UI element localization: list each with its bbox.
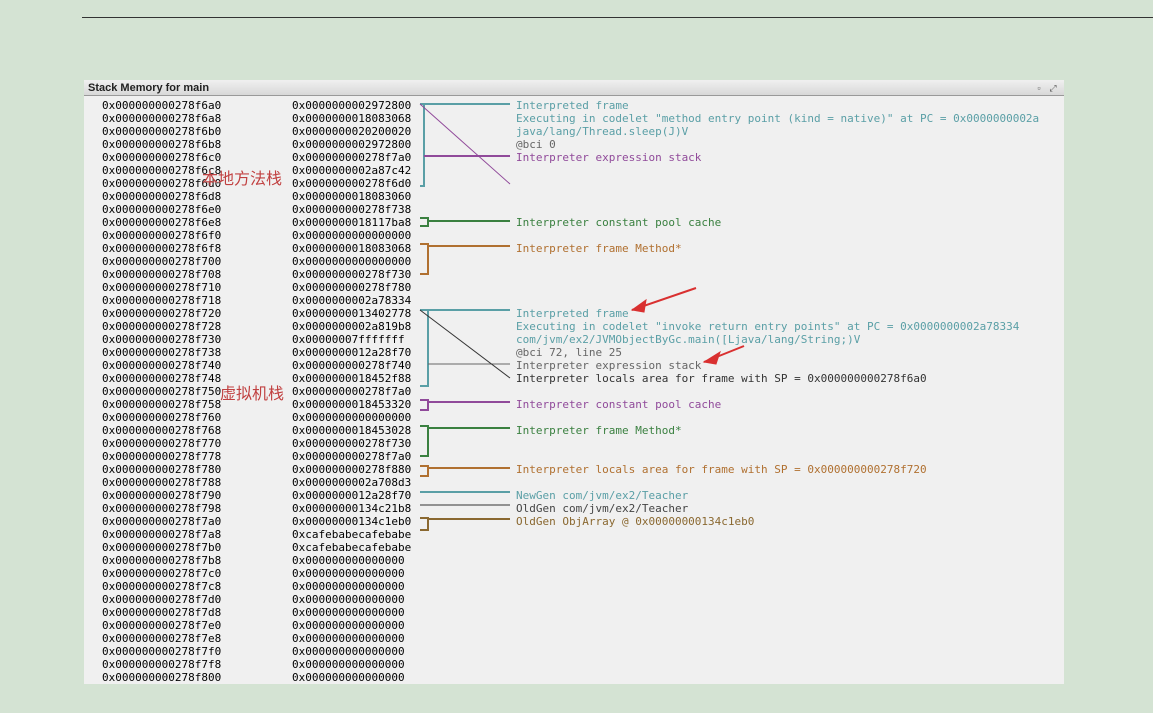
memory-row: 0x000000000278f7700x000000000278f730 [102,437,411,450]
annotation-text: Interpreter constant pool cache [516,216,721,229]
overlay-vm-stack: 虚拟机栈 [220,380,284,404]
memory-row: 0x000000000278f7e80x000000000000000 [102,632,411,645]
annotation-text: Interpreter expression stack [516,151,701,164]
memory-row: 0x000000000278f7180x0000000002a78334 [102,294,411,307]
memory-row: 0x000000000278f7d80x000000000000000 [102,606,411,619]
memory-row: 0x000000000278f7380x0000000012a28f70 [102,346,411,359]
memory-row: 0x000000000278f7780x000000000278f7a0 [102,450,411,463]
annotation-text: com/jvm/ex2/JVMObjectByGc.main([Ljava/la… [516,333,860,346]
memory-row: 0x000000000278f6e80x0000000018117ba8 [102,216,411,229]
memory-row: 0x000000000278f7c00x000000000000000 [102,567,411,580]
memory-row: 0x000000000278f6f00x0000000000000000 [102,229,411,242]
maximize-icon[interactable]: ⤢ [1046,82,1060,94]
memory-row: 0x000000000278f6e00x000000000278f738 [102,203,411,216]
memory-row: 0x000000000278f7880x0000000002a708d3 [102,476,411,489]
memory-row: 0x000000000278f7e00x000000000000000 [102,619,411,632]
annotation-text: Interpreter frame Method* [516,242,682,255]
memory-row: 0x000000000278f7900x0000000012a28f70 [102,489,411,502]
memory-row: 0x000000000278f7000x0000000000000000 [102,255,411,268]
panel-title: Stack Memory for main [88,82,1032,94]
annotation-text: Interpreter locals area for frame with S… [516,372,927,385]
stack-memory-panel: Stack Memory for main ▫ ⤢ 0x000000000278… [84,80,1064,684]
overlay-native-stack: 本地方法栈 [202,165,282,189]
annotation-text: Interpreted frame [516,307,629,320]
memory-row: 0x000000000278f7b00xcafebabecafebabe [102,541,411,554]
annotation-text: @bci 0 [516,138,556,151]
divider-line [82,17,1153,18]
annotation-text: OldGen ObjArray @ 0x00000000134c1eb0 [516,515,754,528]
annotation-text: @bci 72, line 25 [516,346,622,359]
memory-row: 0x000000000278f6f80x0000000018083068 [102,242,411,255]
memory-row: 0x000000000278f6d80x0000000018083060 [102,190,411,203]
panel-titlebar: Stack Memory for main ▫ ⤢ [84,80,1064,96]
memory-row: 0x000000000278f7a00x00000000134c1eb0 [102,515,411,528]
memory-row: 0x000000000278f6b80x0000000002972800 [102,138,411,151]
memory-row: 0x000000000278f7400x000000000278f740 [102,359,411,372]
memory-content: 0x000000000278f6a00x00000000029728000x00… [84,96,1064,684]
memory-row: 0x000000000278f7c80x000000000000000 [102,580,411,593]
memory-row: 0x000000000278f7f00x000000000000000 [102,645,411,658]
annotation-text: OldGen com/jvm/ex2/Teacher [516,502,688,515]
annotation-text: Interpreter frame Method* [516,424,682,437]
memory-row: 0x000000000278f7800x000000000278f880 [102,463,411,476]
memory-row: 0x000000000278f7980x00000000134c21b8 [102,502,411,515]
memory-row: 0x000000000278f6b00x0000000020200020 [102,125,411,138]
memory-row: 0x000000000278f7680x0000000018453028 [102,424,411,437]
memory-row: 0x000000000278f6a80x0000000018083068 [102,112,411,125]
annotation-text: Executing in codelet "invoke return entr… [516,320,1019,333]
memory-row: 0x000000000278f7280x0000000002a819b8 [102,320,411,333]
annotation-text: NewGen com/jvm/ex2/Teacher [516,489,688,502]
memory-row: 0x000000000278f6a00x0000000002972800 [102,99,411,112]
memory-row: 0x000000000278f7200x0000000013402778 [102,307,411,320]
memory-row: 0x000000000278f7d00x000000000000000 [102,593,411,606]
annotation-text: java/lang/Thread.sleep(J)V [516,125,688,138]
annotation-text: Interpreter constant pool cache [516,398,721,411]
minimize-icon[interactable]: ▫ [1032,82,1046,94]
annotation-text: Interpreter expression stack [516,359,701,372]
memory-row: 0x000000000278f7f80x000000000000000 [102,658,411,671]
memory-row: 0x000000000278f7b80x000000000000000 [102,554,411,567]
annotation-text: Executing in codelet "method entry point… [516,112,1039,125]
memory-row: 0x000000000278f7080x000000000278f730 [102,268,411,281]
memory-row: 0x000000000278f7300x00000007fffffff [102,333,411,346]
memory-row: 0x000000000278f7100x000000000278f780 [102,281,411,294]
memory-row: 0x000000000278f7a80xcafebabecafebabe [102,528,411,541]
memory-row: 0x000000000278f6c00x000000000278f7a0 [102,151,411,164]
annotation-text: Interpreted frame [516,99,629,112]
annotation-text: Interpreter locals area for frame with S… [516,463,927,476]
memory-row: 0x000000000278f8000x000000000000000 [102,671,411,684]
memory-row: 0x000000000278f7600x0000000000000000 [102,411,411,424]
